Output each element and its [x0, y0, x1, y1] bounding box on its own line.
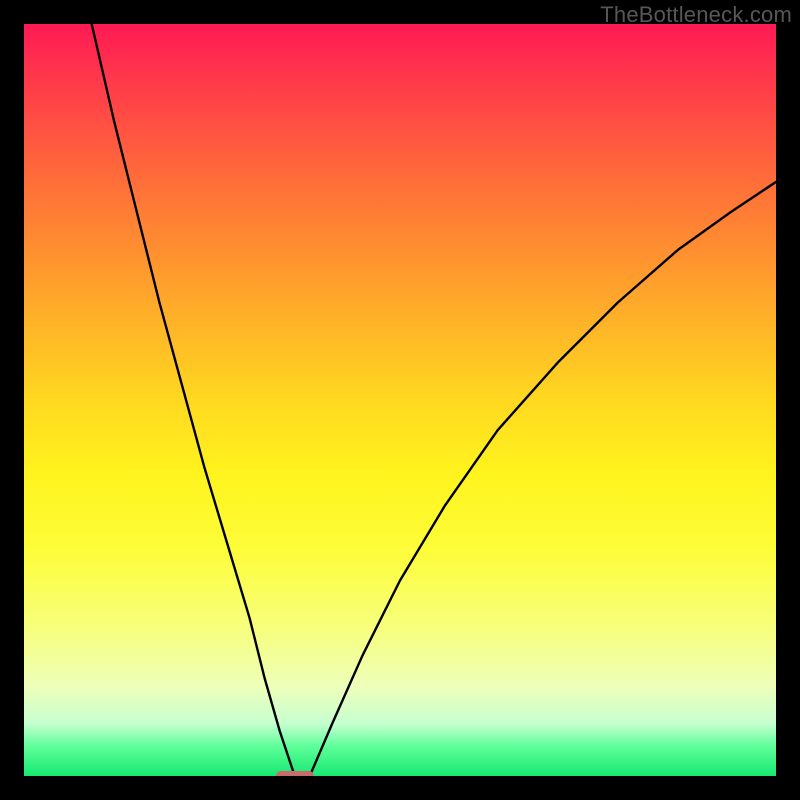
plot-area: [24, 24, 776, 776]
watermark-text: TheBottleneck.com: [600, 2, 792, 28]
curve-left: [92, 24, 295, 776]
curve-layer: [24, 24, 776, 776]
chart-frame: TheBottleneck.com: [0, 0, 800, 800]
minimum-marker: [276, 771, 314, 776]
curve-right: [310, 182, 776, 776]
